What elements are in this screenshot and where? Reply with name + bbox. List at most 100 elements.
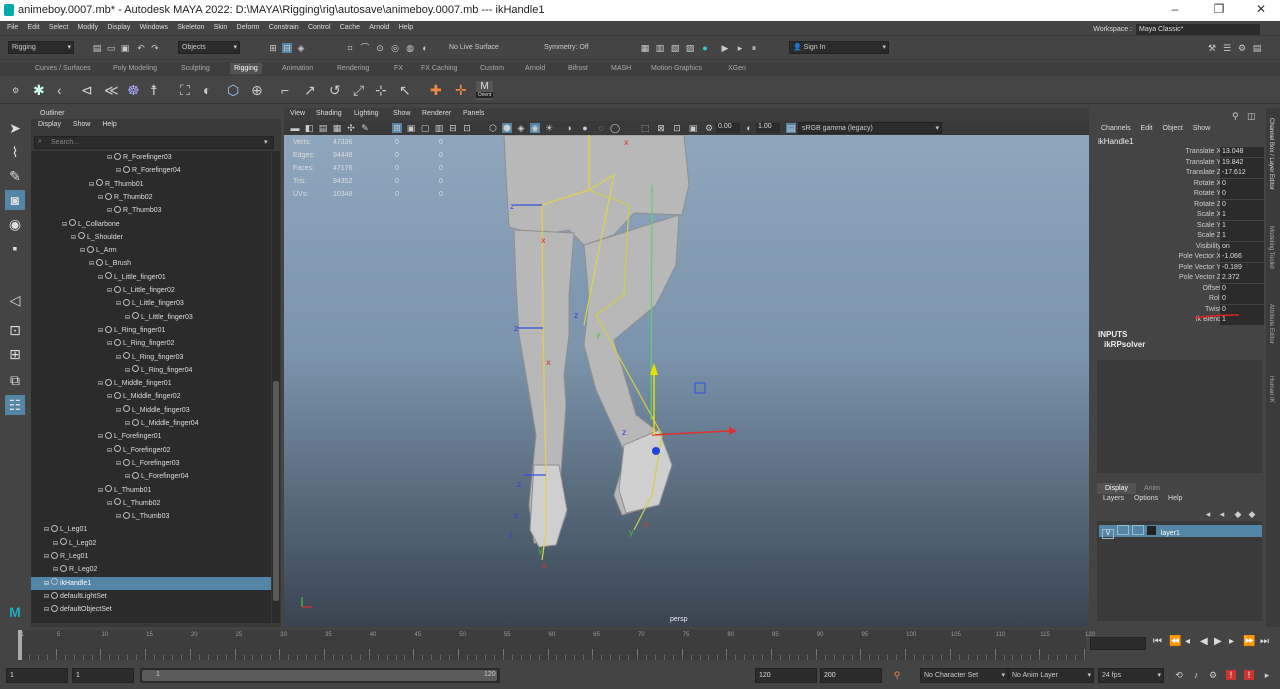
menu-modify[interactable]: Modify	[78, 21, 99, 35]
layer-move-up-icon[interactable]: ◂	[1203, 509, 1213, 519]
outliner-scroll-thumb[interactable]	[273, 381, 279, 601]
range-bar[interactable]: 1 120	[140, 668, 500, 683]
viewport-menu-renderer[interactable]: Renderer	[422, 110, 451, 117]
layer-menu-help[interactable]: Help	[1168, 495, 1182, 502]
camera-select-icon[interactable]: ▬	[290, 123, 300, 133]
expand-toggle-icon[interactable]: ⊟	[44, 578, 50, 591]
channel-row[interactable]: Roll 0	[1093, 294, 1264, 305]
shelf-tab-custom[interactable]: Custom	[480, 65, 504, 72]
outliner-row[interactable]: ⊟ L_Thumb01	[31, 484, 271, 497]
channel-row[interactable]: Visibility on	[1093, 241, 1264, 253]
channel-row[interactable]: Rotate X0	[1093, 178, 1264, 190]
expand-toggle-icon[interactable]: ⊟	[44, 591, 50, 604]
channel-row[interactable]: Translate X 13.048	[1093, 147, 1264, 158]
quick-rig-icon[interactable]: ☸	[127, 82, 140, 98]
expand-toggle-icon[interactable]: ⊟	[62, 219, 68, 232]
expand-toggle-icon[interactable]: ⊟	[44, 604, 50, 617]
shelf-tab-bifrost[interactable]: Bifrost	[568, 65, 588, 72]
select-object-icon[interactable]: ⊟	[282, 43, 292, 53]
paint-select-tool-icon[interactable]: ✎	[5, 166, 25, 186]
orient-constraint-icon[interactable]: ↺	[329, 82, 341, 98]
snap-curve-icon[interactable]: ⌒	[360, 43, 370, 53]
xray-icon[interactable]: ⊠	[656, 123, 666, 133]
wireframe-icon[interactable]: ⬡	[488, 123, 498, 133]
channel-name[interactable]: Translate Z	[1186, 168, 1221, 179]
shelf-tab-animation[interactable]: Animation	[282, 65, 313, 72]
expand-toggle-icon[interactable]: ⊟	[44, 524, 50, 537]
outliner-row[interactable]: ⊟ L_Little_finger03	[31, 311, 271, 324]
outliner-row[interactable]: ⊟ L_Arm	[31, 244, 271, 257]
script-error-icon[interactable]: !	[1226, 670, 1236, 680]
outliner-row[interactable]: ⊟ R_Thumb01	[31, 178, 271, 191]
new-layer-icon[interactable]: ◆	[1247, 509, 1257, 519]
script-editor-toggle-icon[interactable]: ▸	[1262, 670, 1272, 680]
current-time-indicator[interactable]	[18, 630, 22, 660]
mirror-joint-icon[interactable]: ≪	[104, 82, 119, 98]
channel-row[interactable]: Scale X1	[1093, 210, 1264, 221]
channel-value[interactable]: 2.372	[1220, 273, 1264, 283]
outliner-row[interactable]: ⊟ L_Ring_finger01	[31, 324, 271, 337]
channel-name[interactable]: Pole Vector Z	[1179, 273, 1221, 284]
ipr-render-icon[interactable]: ▧	[670, 43, 680, 53]
outliner-row[interactable]: ⊟ L_Thumb02	[31, 497, 271, 510]
menuset-dropdown[interactable]: Rigging	[8, 41, 74, 54]
expand-toggle-icon[interactable]: ⊟	[125, 418, 131, 431]
outliner-menu-display[interactable]: Display	[38, 121, 61, 128]
playback-start-field[interactable]: 1	[72, 668, 134, 683]
cb-menu-object[interactable]: Object	[1163, 125, 1183, 132]
channel-value[interactable]: -17.612	[1220, 168, 1264, 178]
range-handle[interactable]: 1 120	[142, 670, 497, 681]
xray-joints-icon[interactable]: ⊡	[672, 123, 682, 133]
bind-skin-icon[interactable]: ⛶	[180, 82, 190, 98]
layer-tab-display[interactable]: Display	[1097, 483, 1136, 494]
orient-joint-button[interactable]: M Orient	[476, 81, 493, 100]
expand-toggle-icon[interactable]: ⊟	[107, 205, 113, 218]
exposure-icon[interactable]: ⚙	[704, 123, 714, 133]
undo-icon[interactable]: ↶	[136, 43, 146, 53]
side-tab-human-ik[interactable]: Human IK	[1268, 376, 1274, 403]
layer-move-down-icon[interactable]: ◂	[1217, 509, 1227, 519]
channel-name[interactable]: Scale Z	[1197, 231, 1221, 242]
time-slider-track[interactable]: 1 5 10 15 20 25 30 35 40 45 50 55 60 65 70 75 80 85 90 95 10…	[18, 630, 1095, 660]
channel-row[interactable]: Rotate Z0	[1093, 199, 1264, 211]
expand-toggle-icon[interactable]: ⊟	[107, 338, 113, 351]
locator-icon[interactable]: ✚	[430, 82, 442, 98]
layer-menu-options[interactable]: Options	[1134, 495, 1158, 502]
expand-toggle-icon[interactable]: ⊟	[89, 258, 95, 271]
smooth-shade-icon[interactable]: ⬢	[502, 123, 512, 133]
outliner-row[interactable]: ⊟ L_Collarbone	[31, 218, 271, 231]
channel-name[interactable]: Scale Y	[1197, 221, 1221, 232]
safe-action-icon[interactable]: ⊡	[462, 123, 472, 133]
outliner-row[interactable]: ⊟ R_Leg01	[31, 550, 271, 563]
outliner-menu-help[interactable]: Help	[102, 121, 116, 128]
animation-prefs-icon[interactable]: ⚙	[1208, 670, 1218, 680]
expand-toggle-icon[interactable]: ⊟	[107, 285, 113, 298]
play-forwards-icon[interactable]: ▶	[1214, 636, 1222, 647]
menu-edit[interactable]: Edit	[28, 21, 40, 35]
select-component-icon[interactable]: ◈	[296, 43, 306, 53]
channel-value[interactable]: 0	[1220, 189, 1264, 199]
channel-value[interactable]: 0	[1220, 199, 1264, 210]
pin-icon[interactable]: ⚲	[1232, 111, 1239, 122]
expand-toggle-icon[interactable]: ⊟	[89, 179, 95, 192]
side-tab-channel-box[interactable]: Channel Box / Layer Editor	[1268, 118, 1274, 190]
toggle-channel-box-icon[interactable]: ▤	[1252, 43, 1262, 53]
wireframe-on-shaded-icon[interactable]: ◈	[516, 123, 526, 133]
expand-toggle-icon[interactable]: ⊟	[125, 471, 131, 484]
channel-row[interactable]: Scale Z1	[1093, 231, 1264, 242]
layer-visibility-toggle[interactable]: V	[1102, 529, 1114, 539]
render-settings-icon[interactable]: ▨	[685, 43, 695, 53]
expand-toggle-icon[interactable]: ⊟	[107, 445, 113, 458]
audio-icon[interactable]: ♪	[1191, 670, 1201, 680]
outliner-row[interactable]: ⊟ L_Forefinger01	[31, 430, 271, 443]
outliner-row[interactable]: ⊟ ikHandle1	[31, 576, 271, 591]
character-set-dropdown[interactable]: No Character Set	[920, 668, 1008, 683]
maximize-button[interactable]: ❐	[1208, 2, 1230, 18]
move-tool-icon[interactable]: ◙	[5, 190, 25, 210]
channel-row[interactable]: Rotate Y0	[1093, 189, 1264, 200]
outliner-row[interactable]: ⊟ L_Middle_finger04	[31, 417, 271, 430]
expand-toggle-icon[interactable]: ⊟	[98, 485, 104, 498]
channel-name[interactable]: Scale X	[1197, 210, 1221, 221]
viewport-menu-panels[interactable]: Panels	[463, 110, 484, 117]
expand-toggle-icon[interactable]: ⊟	[116, 511, 122, 524]
